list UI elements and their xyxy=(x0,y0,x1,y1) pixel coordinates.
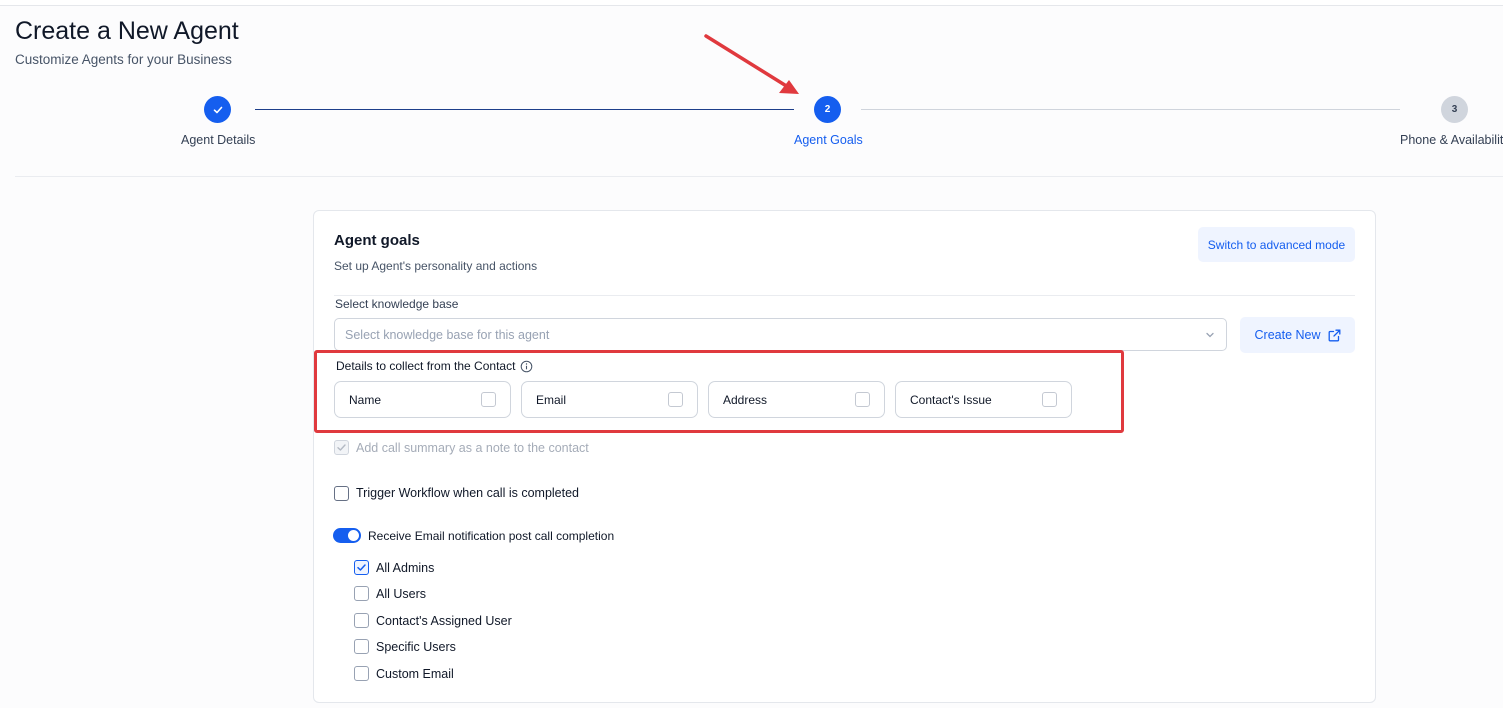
step-2-label[interactable]: Agent Goals xyxy=(794,133,863,147)
detail-option-name[interactable]: Name xyxy=(334,381,511,418)
step-3-circle[interactable]: 3 xyxy=(1441,96,1468,123)
header-divider xyxy=(15,176,1503,177)
all-admins-label[interactable]: All Admins xyxy=(376,561,434,575)
step-3-label[interactable]: Phone & Availabilit xyxy=(1400,133,1503,147)
all-users-label[interactable]: All Users xyxy=(376,587,426,601)
all-admins-checkbox[interactable] xyxy=(354,560,369,575)
detail-option-address[interactable]: Address xyxy=(708,381,885,418)
create-new-label: Create New xyxy=(1254,328,1321,342)
card-subtitle: Set up Agent's personality and actions xyxy=(334,259,538,273)
details-to-collect-label: Details to collect from the Contact xyxy=(336,359,516,373)
trigger-workflow-checkbox[interactable] xyxy=(334,486,349,501)
custom-email-checkbox[interactable] xyxy=(354,666,369,681)
call-summary-checkbox xyxy=(334,440,349,455)
annotation-arrow-icon xyxy=(704,34,799,94)
card-title: Agent goals xyxy=(334,232,420,249)
email-notification-label: Receive Email notification post call com… xyxy=(368,529,615,543)
detail-option-label: Contact's Issue xyxy=(910,393,992,407)
stepper-line-completed xyxy=(255,109,794,110)
detail-option-checkbox[interactable] xyxy=(668,392,683,407)
detail-option-checkbox[interactable] xyxy=(1042,392,1057,407)
create-new-button[interactable]: Create New xyxy=(1240,317,1355,353)
all-users-checkbox[interactable] xyxy=(354,586,369,601)
external-link-icon xyxy=(1328,329,1340,341)
detail-option-label: Address xyxy=(723,393,768,407)
email-notification-toggle[interactable] xyxy=(333,528,361,543)
custom-email-label[interactable]: Custom Email xyxy=(376,667,454,681)
call-summary-label: Add call summary as a note to the contac… xyxy=(356,441,589,455)
check-icon xyxy=(213,106,222,113)
chevron-down-icon xyxy=(1206,332,1214,338)
detail-option-label: Name xyxy=(349,393,382,407)
specific-users-label[interactable]: Specific Users xyxy=(376,640,456,654)
detail-option-checkbox[interactable] xyxy=(481,392,496,407)
page-subtitle: Customize Agents for your Business xyxy=(15,52,232,67)
stepper-line-upcoming xyxy=(861,109,1400,110)
knowledge-base-placeholder: Select knowledge base for this agent xyxy=(345,328,550,342)
detail-option-contacts-issue[interactable]: Contact's Issue xyxy=(895,381,1072,418)
step-1-circle[interactable] xyxy=(204,96,231,123)
card-divider xyxy=(334,295,1355,296)
detail-option-email[interactable]: Email xyxy=(521,381,698,418)
step-1-label[interactable]: Agent Details xyxy=(181,133,255,147)
assigned-user-label[interactable]: Contact's Assigned User xyxy=(376,614,512,628)
page-title: Create a New Agent xyxy=(15,17,239,45)
specific-users-checkbox[interactable] xyxy=(354,639,369,654)
agent-goals-card xyxy=(313,210,1376,703)
info-circle-icon[interactable] xyxy=(520,360,533,373)
step-2-circle[interactable]: 2 xyxy=(814,96,841,123)
knowledge-base-select[interactable]: Select knowledge base for this agent xyxy=(334,318,1227,351)
check-icon xyxy=(337,444,346,451)
knowledge-base-label: Select knowledge base xyxy=(335,297,459,311)
switch-advanced-mode-button[interactable]: Switch to advanced mode xyxy=(1198,227,1355,262)
detail-option-checkbox[interactable] xyxy=(855,392,870,407)
assigned-user-checkbox[interactable] xyxy=(354,613,369,628)
toggle-knob xyxy=(348,530,359,541)
trigger-workflow-label[interactable]: Trigger Workflow when call is completed xyxy=(356,486,579,500)
check-icon xyxy=(357,564,366,571)
detail-option-label: Email xyxy=(536,393,567,407)
